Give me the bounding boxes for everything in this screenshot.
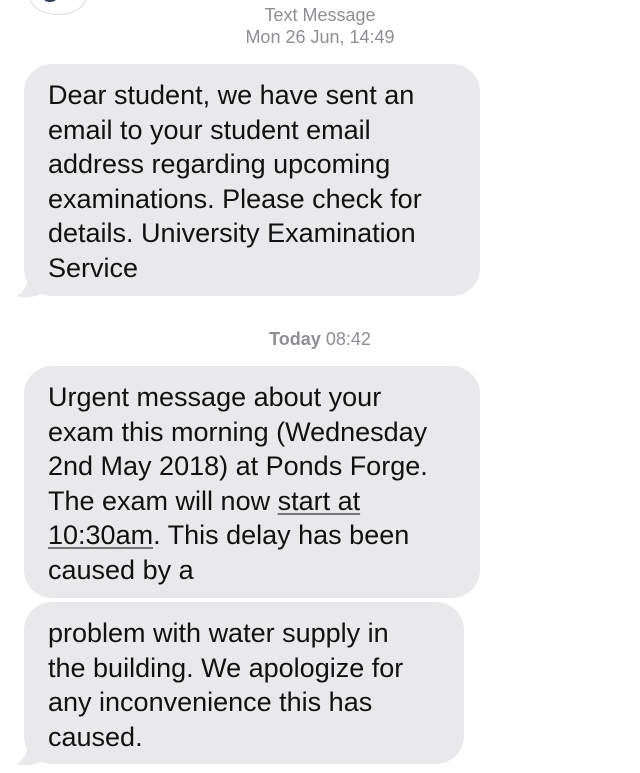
message-timestamp: Mon 26 Jun, 14:49 — [245, 27, 395, 47]
message-bubble-1[interactable]: Dear student, we have sent an email to y… — [24, 64, 480, 296]
message-line: Dear student, we have sent an — [48, 80, 415, 110]
message-line: caused by a — [48, 554, 194, 585]
message-bubble-2[interactable]: Urgent message about your exam this morn… — [24, 366, 480, 598]
message-header: Text Message Mon 26 Jun, 14:49 — [0, 4, 640, 48]
message-line: Service — [48, 252, 139, 283]
message-line: 2nd May 2018) at Ponds Forge. — [48, 451, 428, 481]
message-line: exam this morning (Wednesday — [48, 416, 428, 447]
message-text: . This delay has been — [153, 520, 410, 550]
message-line: Urgent message about your — [48, 382, 382, 412]
message-line: 10:30am. This delay has been — [48, 518, 462, 553]
time-link[interactable]: start at — [278, 486, 361, 516]
divider-day: Today — [269, 329, 321, 349]
divider-time: 08:42 — [325, 329, 371, 349]
message-line: The exam will now start at — [48, 484, 462, 519]
date-divider: Today 08:42 — [0, 328, 640, 350]
bubble-tail — [16, 744, 40, 766]
bubble-tail — [16, 276, 40, 298]
message-line: details. University Examination — [48, 218, 416, 248]
time-link[interactable]: 10:30am — [48, 520, 153, 550]
message-line: problem with water supply in — [48, 618, 389, 648]
avatar-image — [40, 0, 60, 2]
message-bubble-3[interactable]: problem with water supply in the buildin… — [24, 602, 464, 764]
message-line: any inconvenience this has — [48, 687, 373, 717]
message-type-label: Text Message — [264, 5, 376, 25]
message-line: the building. We apologize for — [48, 652, 404, 683]
message-line: examinations. Please check for — [48, 183, 422, 214]
message-line: email to your student email — [48, 114, 371, 145]
message-line: address regarding upcoming — [48, 149, 391, 179]
message-text: The exam will now — [48, 485, 278, 516]
message-line: caused. — [48, 721, 143, 752]
